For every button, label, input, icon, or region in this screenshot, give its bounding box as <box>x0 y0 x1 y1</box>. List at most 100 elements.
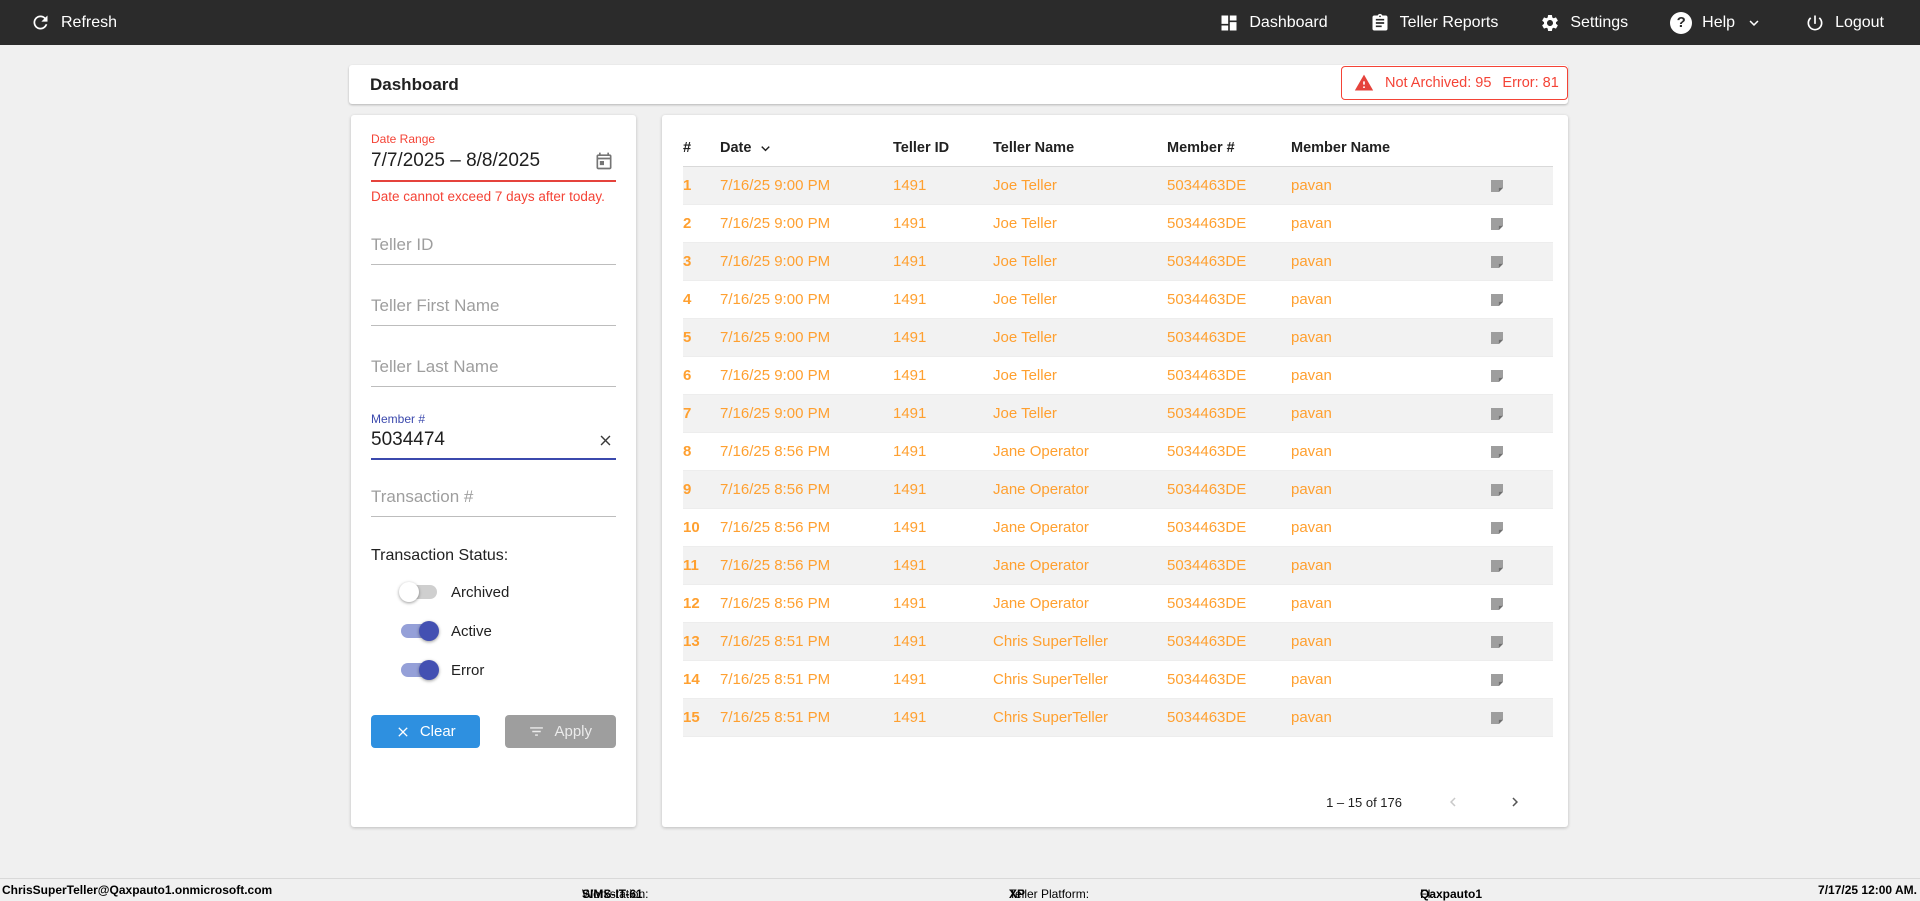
column-header-teller-name: Teller Name <box>993 140 1167 156</box>
date-range-value[interactable]: 7/7/2025 – 8/8/2025 <box>371 150 540 172</box>
note-icon[interactable] <box>1488 595 1506 613</box>
nav-item-settings[interactable]: Settings <box>1540 13 1628 33</box>
refresh-icon <box>30 12 51 33</box>
note-icon[interactable] <box>1488 177 1506 195</box>
filter-panel: Date Range 7/7/2025 – 8/8/2025 Date cann… <box>351 115 636 827</box>
note-icon[interactable] <box>1488 709 1506 727</box>
pagination-range-label: 1 – 15 of 176 <box>1326 795 1402 810</box>
clear-button-label: Clear <box>420 723 456 740</box>
pagination-next-button[interactable] <box>1504 791 1526 813</box>
calendar-icon[interactable] <box>592 149 616 173</box>
nav-item-help[interactable]: ? Help <box>1670 12 1763 34</box>
note-icon[interactable] <box>1488 367 1506 385</box>
table-row[interactable]: 1 7/16/25 9:00 PM 1491 Joe Teller 503446… <box>683 167 1553 205</box>
nav-item-label: Settings <box>1570 14 1628 32</box>
table-row[interactable]: 9 7/16/25 8:56 PM 1491 Jane Operator 503… <box>683 471 1553 509</box>
row-member-name: pavan <box>1291 329 1488 346</box>
transaction-status-toggle-active[interactable]: Active <box>401 619 616 643</box>
nav-item-label: Help <box>1702 14 1735 32</box>
row-teller-name: Joe Teller <box>993 215 1167 232</box>
note-icon[interactable] <box>1488 633 1506 651</box>
transaction-status-toggle-error[interactable]: Error <box>401 658 616 682</box>
row-member-number: 5034463DE <box>1167 519 1291 536</box>
toggle-switch[interactable] <box>401 585 437 599</box>
transaction-number-input[interactable] <box>371 487 616 517</box>
nav-item-label: Logout <box>1835 14 1884 32</box>
table-row[interactable]: 8 7/16/25 8:56 PM 1491 Jane Operator 503… <box>683 433 1553 471</box>
alert-not-archived-count: Not Archived: 95 <box>1385 75 1491 91</box>
row-teller-name: Jane Operator <box>993 595 1167 612</box>
row-teller-id: 1491 <box>893 367 993 384</box>
row-member-name: pavan <box>1291 671 1488 688</box>
refresh-button[interactable]: Refresh <box>30 12 117 33</box>
note-icon[interactable] <box>1488 557 1506 575</box>
row-date: 7/16/25 9:00 PM <box>720 291 893 308</box>
row-date: 7/16/25 9:00 PM <box>720 329 893 346</box>
chevron-left-icon <box>1444 793 1462 811</box>
clipboard-icon <box>1370 13 1390 33</box>
pagination: 1 – 15 of 176 <box>1326 791 1526 813</box>
table-row[interactable]: 15 7/16/25 8:51 PM 1491 Chris SuperTelle… <box>683 699 1553 737</box>
note-icon[interactable] <box>1488 253 1506 271</box>
row-number: 13 <box>683 633 720 650</box>
table-row[interactable]: 5 7/16/25 9:00 PM 1491 Joe Teller 503446… <box>683 319 1553 357</box>
toggle-label: Error <box>451 662 484 679</box>
table-row[interactable]: 3 7/16/25 9:00 PM 1491 Joe Teller 503446… <box>683 243 1553 281</box>
nav-item-logout[interactable]: Logout <box>1805 13 1884 33</box>
toggle-switch[interactable] <box>401 663 437 677</box>
status-fi-value: Qaxpauto1 <box>1420 887 1482 901</box>
row-teller-id: 1491 <box>893 253 993 270</box>
table-row[interactable]: 14 7/16/25 8:51 PM 1491 Chris SuperTelle… <box>683 661 1553 699</box>
note-icon[interactable] <box>1488 405 1506 423</box>
row-teller-name: Joe Teller <box>993 177 1167 194</box>
teller-first-name-input[interactable] <box>371 296 616 326</box>
note-icon[interactable] <box>1488 215 1506 233</box>
row-member-name: pavan <box>1291 177 1488 194</box>
row-member-number: 5034463DE <box>1167 329 1291 346</box>
table-row[interactable]: 12 7/16/25 8:56 PM 1491 Jane Operator 50… <box>683 585 1553 623</box>
row-member-number: 5034463DE <box>1167 253 1291 270</box>
note-icon[interactable] <box>1488 481 1506 499</box>
row-member-name: pavan <box>1291 405 1488 422</box>
table-row[interactable]: 10 7/16/25 8:56 PM 1491 Jane Operator 50… <box>683 509 1553 547</box>
row-member-number: 5034463DE <box>1167 671 1291 688</box>
member-number-clear-button[interactable] <box>595 430 616 451</box>
sort-chevron-down-icon <box>757 140 774 157</box>
row-member-number: 5034463DE <box>1167 177 1291 194</box>
row-number: 14 <box>683 671 720 688</box>
note-icon[interactable] <box>1488 671 1506 689</box>
member-number-input[interactable] <box>371 429 571 451</box>
status-bar: ChrisSuperTeller@Qaxpauto1.onmicrosoft.c… <box>0 878 1920 901</box>
note-icon[interactable] <box>1488 519 1506 537</box>
pagination-prev-button[interactable] <box>1442 791 1464 813</box>
row-member-number: 5034463DE <box>1167 557 1291 574</box>
table-row[interactable]: 6 7/16/25 9:00 PM 1491 Joe Teller 503446… <box>683 357 1553 395</box>
clear-button[interactable]: Clear <box>371 715 480 748</box>
row-teller-id: 1491 <box>893 671 993 688</box>
nav-item-label: Teller Reports <box>1400 14 1499 32</box>
nav-item-dashboard[interactable]: Dashboard <box>1219 13 1327 33</box>
table-row[interactable]: 4 7/16/25 9:00 PM 1491 Joe Teller 503446… <box>683 281 1553 319</box>
teller-id-input[interactable] <box>371 235 616 265</box>
row-date: 7/16/25 8:56 PM <box>720 519 893 536</box>
note-icon[interactable] <box>1488 291 1506 309</box>
date-range-field[interactable]: Date Range 7/7/2025 – 8/8/2025 Date cann… <box>371 132 616 204</box>
note-icon[interactable] <box>1488 443 1506 461</box>
status-datetime: 7/17/25 12:00 AM. <box>1818 883 1917 897</box>
toggle-switch[interactable] <box>401 624 437 638</box>
apply-button[interactable]: Apply <box>505 715 616 748</box>
teller-last-name-input[interactable] <box>371 357 616 387</box>
table-row[interactable]: 11 7/16/25 8:56 PM 1491 Jane Operator 50… <box>683 547 1553 585</box>
nav-item-teller-reports[interactable]: Teller Reports <box>1370 13 1499 33</box>
column-header-date[interactable]: Date <box>720 140 893 157</box>
table-row[interactable]: 2 7/16/25 9:00 PM 1491 Joe Teller 503446… <box>683 205 1553 243</box>
not-archived-alert-badge: Not Archived: 95 Error: 81 <box>1341 66 1568 100</box>
table-row[interactable]: 13 7/16/25 8:51 PM 1491 Chris SuperTelle… <box>683 623 1553 661</box>
transaction-status-toggle-archived[interactable]: Archived <box>401 580 616 604</box>
table-row[interactable]: 7 7/16/25 9:00 PM 1491 Joe Teller 503446… <box>683 395 1553 433</box>
row-member-number: 5034463DE <box>1167 595 1291 612</box>
toggle-list: Archived Active Error <box>371 580 616 682</box>
note-icon[interactable] <box>1488 329 1506 347</box>
table-header-row: # Date Teller ID Teller Name Member # Me… <box>683 130 1553 167</box>
row-member-name: pavan <box>1291 481 1488 498</box>
